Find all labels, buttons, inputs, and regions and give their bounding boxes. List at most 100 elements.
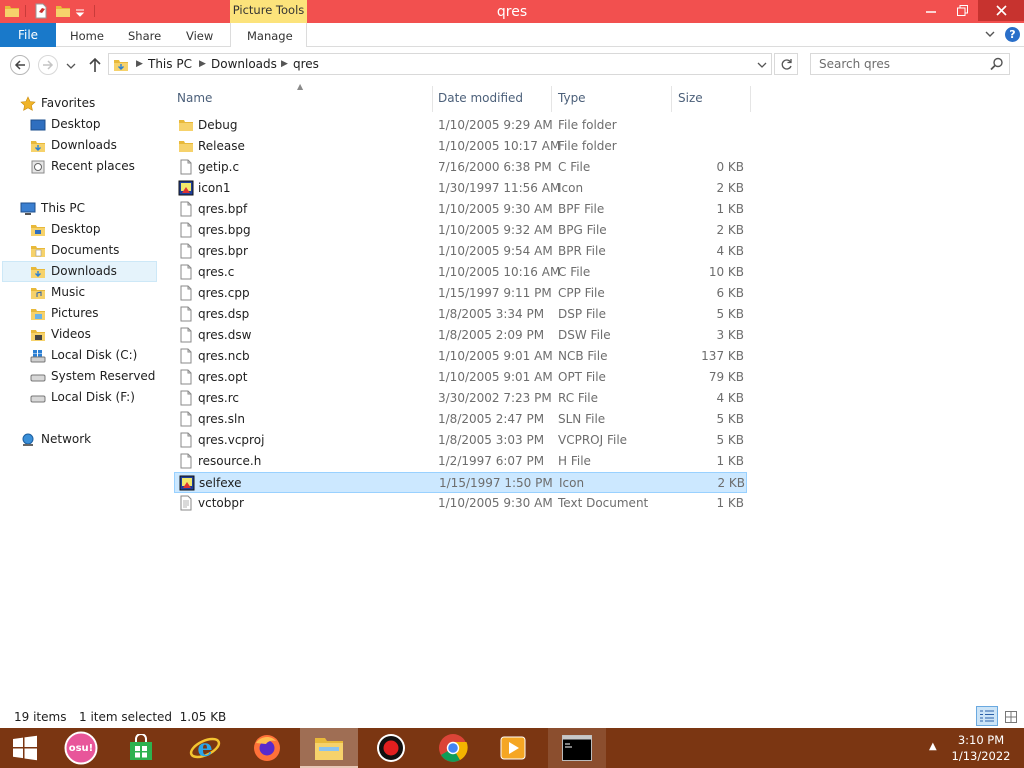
- file-date: 3/30/2002 7:23 PM: [438, 391, 552, 405]
- file-name: qres.bpr: [198, 244, 248, 258]
- column-divider[interactable]: [750, 86, 751, 112]
- taskbar-chrome[interactable]: [424, 728, 482, 768]
- file-row[interactable]: qres.c 1/10/2005 10:16 AM C File 10 KB: [174, 262, 747, 283]
- window-title: qres: [496, 4, 528, 20]
- file-date: 1/8/2005 3:03 PM: [438, 433, 545, 447]
- expand-ribbon-icon[interactable]: [985, 29, 995, 39]
- search-input[interactable]: Search qres: [819, 54, 890, 74]
- tab-file[interactable]: File: [0, 23, 56, 47]
- column-header-date[interactable]: Date modified: [438, 88, 523, 112]
- taskbar-store[interactable]: [112, 728, 170, 768]
- file-row[interactable]: qres.dsw 1/8/2005 2:09 PM DSW File 3 KB: [174, 325, 747, 346]
- file-icon: [180, 159, 192, 175]
- taskbar-firefox[interactable]: [238, 728, 296, 768]
- file-size: 79 KB: [708, 370, 744, 384]
- close-button[interactable]: [978, 0, 1024, 21]
- tab-view[interactable]: View: [186, 23, 213, 47]
- column-header-type[interactable]: Type: [558, 88, 586, 112]
- tab-manage-label: Manage: [247, 29, 293, 43]
- tab-share[interactable]: Share: [128, 23, 161, 47]
- windows-drive-icon: [30, 350, 46, 363]
- search-icon[interactable]: [990, 57, 1004, 71]
- address-bar[interactable]: ▶ This PC ▶ Downloads ▶ qres: [108, 53, 772, 75]
- divider: [25, 5, 26, 17]
- file-row[interactable]: qres.bpg 1/10/2005 9:32 AM BPG File 2 KB: [174, 220, 747, 241]
- nav-item-label: Desktop: [51, 117, 101, 131]
- up-arrow-icon[interactable]: [88, 57, 102, 73]
- file-row[interactable]: qres.opt 1/10/2005 9:01 AM OPT File 79 KB: [174, 367, 747, 388]
- file-size: 5 KB: [716, 307, 744, 321]
- properties-icon[interactable]: [33, 3, 49, 19]
- file-row[interactable]: resource.h 1/2/1997 6:07 PM H File 1 KB: [174, 451, 747, 472]
- file-type: H File: [558, 454, 591, 468]
- file-row[interactable]: qres.rc 3/30/2002 7:23 PM RC File 4 KB: [174, 388, 747, 409]
- taskbar-file-explorer[interactable]: [300, 728, 358, 768]
- breadcrumb-separator: ▶: [199, 59, 206, 69]
- back-button[interactable]: [10, 55, 30, 75]
- help-icon[interactable]: ?: [1005, 27, 1020, 42]
- desktop-folder-icon: [31, 225, 45, 236]
- file-row[interactable]: qres.cpp 1/15/1997 9:11 PM CPP File 6 KB: [174, 283, 747, 304]
- search-box[interactable]: Search qres: [810, 53, 1010, 75]
- file-row[interactable]: qres.bpf 1/10/2005 9:30 AM BPF File 1 KB: [174, 199, 747, 220]
- file-date: 1/8/2005 2:47 PM: [438, 412, 545, 426]
- taskbar-command-prompt[interactable]: [548, 728, 606, 768]
- file-row[interactable]: icon1 1/30/1997 11:56 AM Icon 2 KB: [174, 178, 747, 199]
- file-row[interactable]: getip.c 7/16/2000 6:38 PM C File 0 KB: [174, 157, 747, 178]
- column-divider[interactable]: [671, 86, 672, 112]
- forward-button[interactable]: [38, 55, 58, 75]
- file-size: 6 KB: [716, 286, 744, 300]
- file-row[interactable]: qres.bpr 1/10/2005 9:54 AM BPR File 4 KB: [174, 241, 747, 262]
- file-row[interactable]: qres.ncb 1/10/2005 9:01 AM NCB File 137 KB: [174, 346, 747, 367]
- refresh-button[interactable]: [774, 53, 798, 75]
- large-icons-view-button[interactable]: [1002, 708, 1020, 726]
- file-date: 1/8/2005 3:34 PM: [438, 307, 545, 321]
- file-date: 1/10/2005 9:01 AM: [438, 370, 553, 384]
- clock[interactable]: 3:10 PM 1/13/2022: [950, 732, 1012, 764]
- file-name: qres.rc: [198, 391, 240, 405]
- details-view-button[interactable]: [976, 706, 998, 726]
- recent-locations-icon[interactable]: [66, 62, 76, 70]
- file-row[interactable]: qres.sln 1/8/2005 2:47 PM SLN File 5 KB: [174, 409, 747, 430]
- show-hidden-icons-icon[interactable]: ▲: [929, 741, 937, 752]
- file-size: 10 KB: [708, 265, 744, 279]
- svg-text:e: e: [197, 733, 212, 762]
- taskbar: osu! e ▲ 3:10 PM 1/13/2022: [0, 728, 1024, 768]
- file-row[interactable]: vctobpr 1/10/2005 9:30 AM Text Document 1 K…: [174, 493, 747, 514]
- taskbar-obs[interactable]: [362, 728, 420, 768]
- column-divider[interactable]: [551, 86, 552, 112]
- folder-icon: [179, 120, 193, 131]
- customize-qat-icon[interactable]: [74, 3, 86, 19]
- nav-pc-system-reserved[interactable]: System Reserved (D:: [30, 366, 157, 387]
- nav-network-label: Network: [41, 432, 92, 446]
- folder-icon: [179, 141, 193, 152]
- breadcrumb-downloads[interactable]: Downloads: [211, 54, 277, 75]
- tab-home[interactable]: Home: [70, 23, 104, 47]
- column-header-size[interactable]: Size: [678, 88, 703, 112]
- tab-manage[interactable]: Manage: [230, 23, 307, 47]
- file-date: 1/8/2005 2:09 PM: [438, 328, 545, 342]
- address-dropdown-icon[interactable]: [757, 61, 767, 69]
- restore-button[interactable]: [947, 0, 977, 21]
- file-name: selfexe: [199, 476, 242, 490]
- minimize-button[interactable]: [916, 0, 946, 21]
- file-row[interactable]: qres.vcproj 1/8/2005 3:03 PM VCPROJ File 5 …: [174, 430, 747, 451]
- new-folder-icon[interactable]: [55, 3, 71, 19]
- file-row[interactable]: qres.dsp 1/8/2005 3:34 PM DSP File 5 KB: [174, 304, 747, 325]
- file-row[interactable]: Release 1/10/2005 10:17 AM File folder: [174, 136, 747, 157]
- file-type: OPT File: [558, 370, 606, 384]
- file-size: 5 KB: [716, 433, 744, 447]
- file-row[interactable]: selfexe 1/15/1997 1:50 PM Icon 2 KB: [174, 472, 747, 493]
- taskbar-media-player[interactable]: [484, 728, 542, 768]
- start-button[interactable]: [0, 728, 50, 768]
- breadcrumb-this-pc[interactable]: This PC: [148, 54, 192, 75]
- taskbar-internet-explorer[interactable]: e: [176, 728, 234, 768]
- taskbar-osu[interactable]: osu!: [52, 728, 110, 768]
- file-row[interactable]: Debug 1/10/2005 9:29 AM File folder: [174, 115, 747, 136]
- file-size: 1 KB: [716, 496, 744, 510]
- column-divider[interactable]: [432, 86, 433, 112]
- column-header-name[interactable]: Name: [177, 88, 212, 112]
- nav-this-pc-label: This PC: [41, 201, 85, 215]
- breadcrumb-qres[interactable]: qres: [293, 54, 319, 75]
- file-name: qres.opt: [198, 370, 248, 384]
